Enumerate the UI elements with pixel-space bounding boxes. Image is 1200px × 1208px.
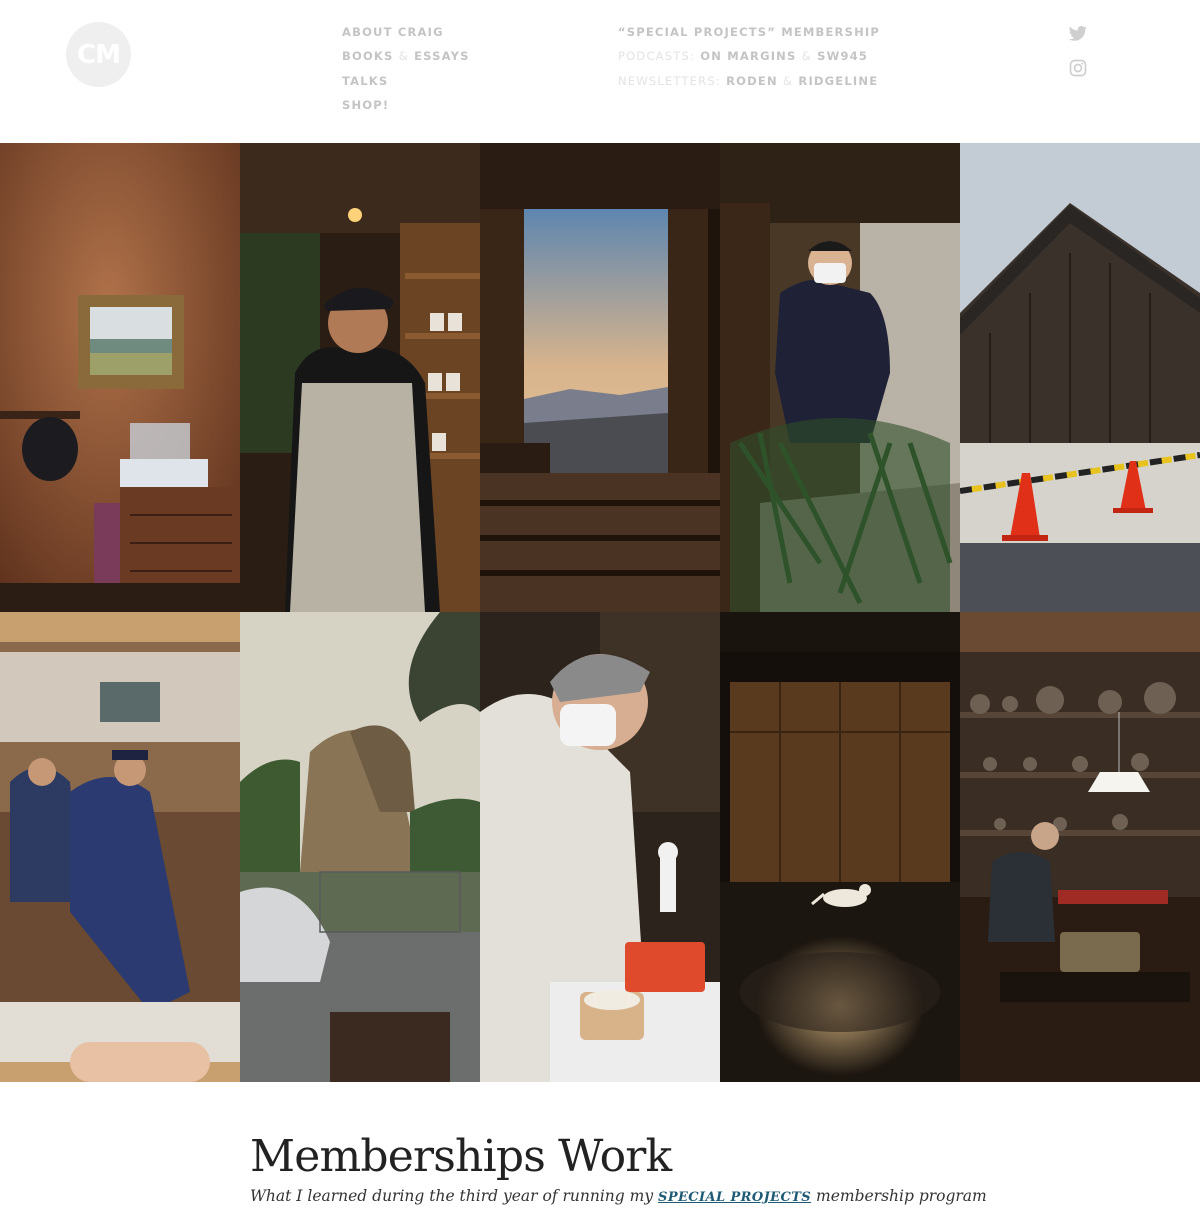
photo-cat-in-light[interactable] [720,612,960,1082]
nav-books-essays[interactable]: BOOKS & ESSAYS [342,48,470,72]
photo-man-preparing-toast[interactable] [480,612,720,1082]
article-subtitle: What I learned during the third year of … [250,1186,987,1208]
secondary-nav: “SPECIAL PROJECTS” MEMBERSHIP PODCASTS: … [618,24,880,97]
subtitle-text-after: membership program [816,1187,987,1205]
instagram-icon[interactable] [1068,58,1088,78]
logo-text: CM [77,39,121,70]
nav-sw945[interactable]: SW945 [817,49,868,63]
nav-ampersand: & [783,73,794,88]
photo-mountain-view-pavilion[interactable] [480,143,720,612]
nav-talks[interactable]: TALKS [342,73,470,97]
photo-grid [0,143,1200,1082]
nav-ampersand: & [398,49,409,64]
photo-man-carrying-pine-branches[interactable] [720,143,960,612]
special-projects-link[interactable]: SPECIAL PROJECTS [658,1190,811,1205]
nav-books-label[interactable]: BOOKS [342,49,394,63]
photo-wooden-barn-with-cones[interactable] [960,143,1200,612]
photo-man-at-desk-pottery-shelves[interactable] [960,612,1200,1082]
nav-on-margins[interactable]: ON MARGINS [700,49,796,63]
twitter-icon[interactable] [1068,24,1088,44]
nav-ampersand: & [801,49,812,64]
photo-rock-formation[interactable] [240,612,480,1082]
nav-special-projects-membership[interactable]: “SPECIAL PROJECTS” MEMBERSHIP [618,24,880,48]
photo-book-spread-cafe-men[interactable] [0,612,240,1082]
podcasts-prefix: PODCASTS: [618,49,696,64]
nav-newsletters: NEWSLETTERS: RODEN & RIDGELINE [618,73,880,97]
site-header: CM ABOUT CRAIG BOOKS & ESSAYS TALKS SHOP… [0,0,1200,143]
nav-roden[interactable]: RODEN [726,74,778,88]
nav-shop[interactable]: SHOP! [342,97,470,121]
primary-nav: ABOUT CRAIG BOOKS & ESSAYS TALKS SHOP! [342,24,470,121]
article-title[interactable]: Memberships Work [250,1128,950,1186]
newsletters-prefix: NEWSLETTERS: [618,73,721,88]
subtitle-text-before: What I learned during the third year of … [250,1187,654,1205]
nav-about-craig[interactable]: ABOUT CRAIG [342,24,470,48]
article-header: Memberships Work What I learned during t… [250,1128,987,1208]
photo-potter-in-apron[interactable] [240,143,480,612]
site-logo[interactable]: CM [66,22,131,87]
nav-ridgeline[interactable]: RIDGELINE [798,74,878,88]
nav-podcasts: PODCASTS: ON MARGINS & SW945 [618,48,880,72]
photo-room-with-painting[interactable] [0,143,240,612]
nav-essays-label[interactable]: ESSAYS [414,49,470,63]
